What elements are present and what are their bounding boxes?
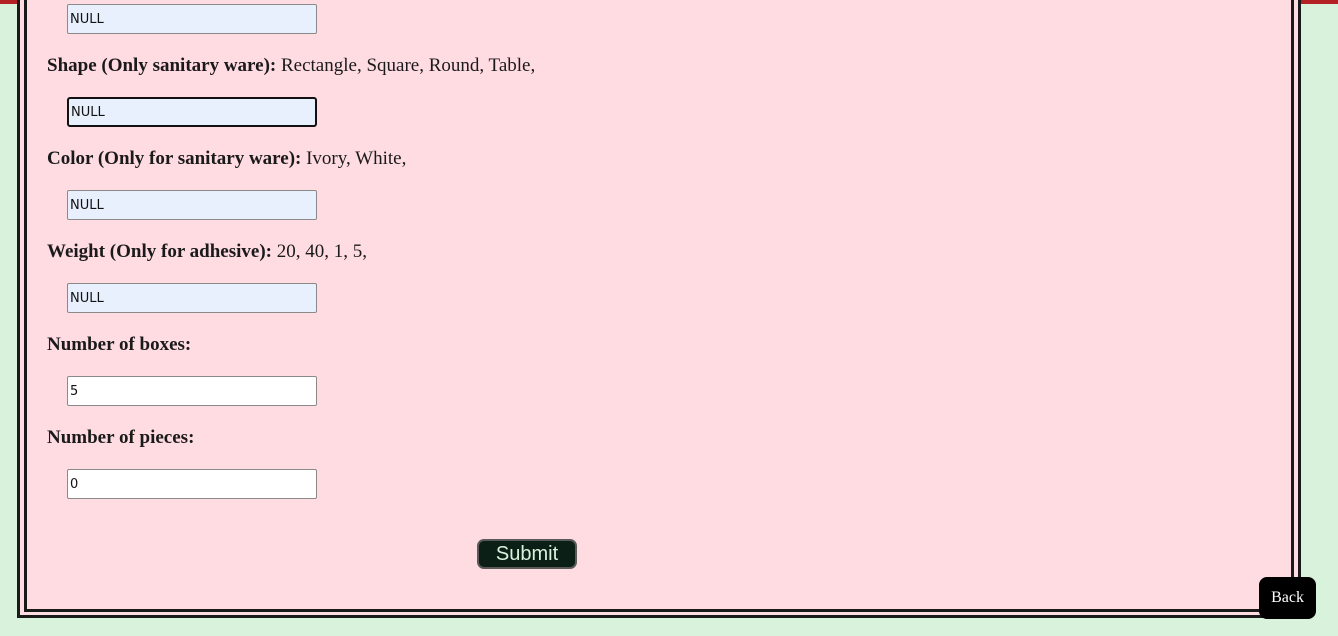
pieces-input[interactable] [67, 469, 317, 499]
shape-label: Shape (Only sanitary ware): Rectangle, S… [47, 55, 535, 77]
weight-label: Weight (Only for adhesive): 20, 40, 1, 5… [47, 241, 367, 263]
shape-label-title: Shape (Only sanitary ware): [47, 55, 277, 76]
pieces-label-title: Number of pieces: [47, 427, 195, 448]
previous-field-input[interactable] [67, 4, 317, 34]
weight-options: 20, 40, 1, 5, [276, 241, 368, 262]
color-label: Color (Only for sanitary ware): Ivory, W… [47, 148, 406, 170]
shape-options: Rectangle, Square, Round, Table, [280, 55, 536, 76]
color-options: Ivory, White, [306, 148, 407, 169]
weight-label-title: Weight (Only for adhesive): [47, 241, 273, 262]
back-button[interactable]: Back [1259, 577, 1316, 619]
pieces-label: Number of pieces: [47, 427, 194, 449]
weight-input[interactable] [67, 283, 317, 313]
shape-input[interactable] [67, 97, 317, 127]
color-input[interactable] [67, 190, 317, 220]
submit-button[interactable]: Submit [477, 539, 577, 569]
boxes-label-title: Number of boxes: [47, 334, 192, 355]
boxes-label: Number of boxes: [47, 334, 191, 356]
color-label-title: Color (Only for sanitary ware): [47, 148, 302, 169]
boxes-input[interactable] [67, 376, 317, 406]
